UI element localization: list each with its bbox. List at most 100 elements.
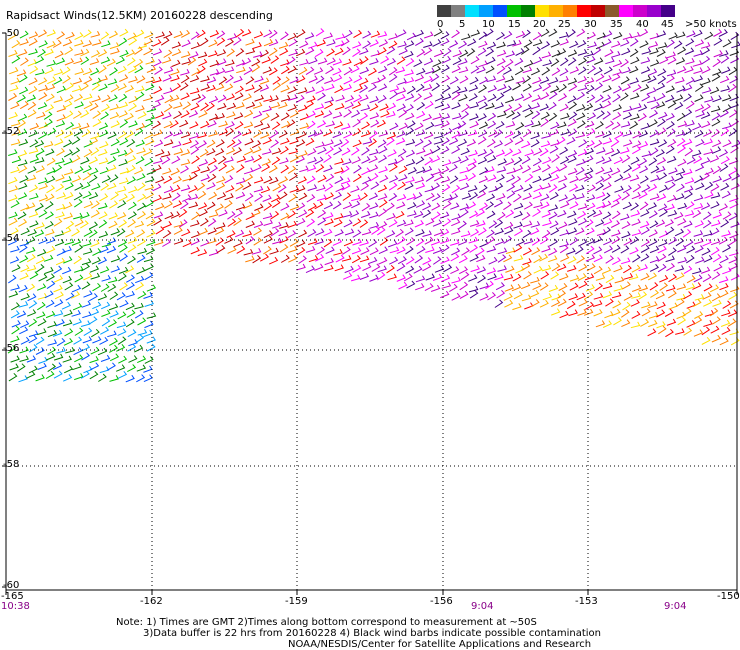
wind-barb [667,128,676,137]
wind-barb [370,181,380,190]
wind-barb [287,230,297,239]
wind-barb [44,290,54,299]
wind-barb [171,184,181,193]
wind-barb [504,299,514,308]
wind-barb [631,218,641,226]
wind-barb [333,121,344,129]
wind-barb [485,65,495,74]
wind-barb [712,175,722,183]
wind-barb [469,220,480,227]
wind-barb [695,83,704,92]
wind-barb [270,101,281,109]
wind-barb [685,57,695,65]
wind-barb [45,93,55,102]
wind-barb [640,253,650,262]
wind-barb [710,86,720,94]
wind-barb [569,183,579,192]
wind-barb [254,75,264,83]
wind-barb [533,255,543,264]
wind-barb [648,41,659,48]
wind-barb [233,37,242,46]
wind-barb [270,55,280,64]
wind-barb [503,273,514,281]
wind-barb [466,139,477,147]
wind-barb [386,213,396,221]
wind-barb [683,127,693,136]
wind-barb [324,192,334,201]
wind-barb [109,310,119,318]
wind-barb [668,247,677,256]
wind-barb [389,85,400,92]
wind-barb [298,255,307,264]
wind-barb [260,113,270,122]
wind-barb [469,76,479,85]
wind-barb [720,156,730,165]
wind-barb [469,254,479,262]
wind-barb [434,94,444,102]
wind-barb [317,146,327,155]
wind-barb [299,122,310,130]
wind-barb [414,138,424,147]
wind-barb [396,219,407,227]
wind-barb [342,246,351,255]
wind-barb [63,337,73,346]
legend-label-35: 35 [610,19,623,30]
wind-barb [44,266,54,275]
wind-barb [10,138,21,146]
wind-barb [81,281,91,290]
wind-barb [533,265,543,274]
wind-barb [413,59,423,68]
wind-barb [575,131,586,139]
wind-barb [270,139,280,148]
wind-barb [56,337,66,347]
wind-barb [242,29,252,37]
wind-barb [107,330,117,338]
wind-barb [208,113,219,121]
wind-barb [593,103,603,112]
wind-barb [585,227,595,236]
wind-barb [352,238,362,246]
wind-barb [693,67,703,74]
wind-barb [244,147,254,156]
wind-barb [289,172,298,181]
wind-barb [55,319,65,327]
wind-barb [388,158,398,166]
wind-barb [559,103,569,112]
wind-barb [182,194,192,202]
wind-barb [485,102,495,110]
wind-barb [181,228,191,237]
wind-barb [729,75,739,84]
wind-barb [550,174,560,182]
wind-barb [163,200,173,209]
wind-barb [171,59,181,68]
wind-barb [325,65,335,75]
wind-barb [505,209,515,218]
wind-barb [47,76,57,85]
wind-barb [712,68,722,76]
wind-barb [101,317,111,327]
wind-barb [575,166,585,176]
wind-barb [45,83,56,91]
wind-barb [72,302,83,311]
wind-barb [461,103,470,113]
wind-barb [496,193,506,201]
wind-barb [63,139,73,148]
wind-barb [235,183,244,192]
wind-barb [342,46,351,56]
wind-barb [719,276,729,284]
wind-barb [486,245,497,253]
wind-barb [90,49,101,58]
wind-barb [287,210,296,219]
wind-barb [55,183,65,192]
wind-barb [370,30,381,38]
wind-barb [224,66,235,73]
wind-barb [657,118,666,127]
wind-barb [173,101,183,109]
wind-barb [173,30,183,39]
wind-barb [143,47,153,56]
wind-barb [532,76,542,85]
wind-barb [595,219,605,227]
wind-barb [703,211,712,221]
wind-barb [63,256,73,264]
wind-barb [360,247,370,255]
